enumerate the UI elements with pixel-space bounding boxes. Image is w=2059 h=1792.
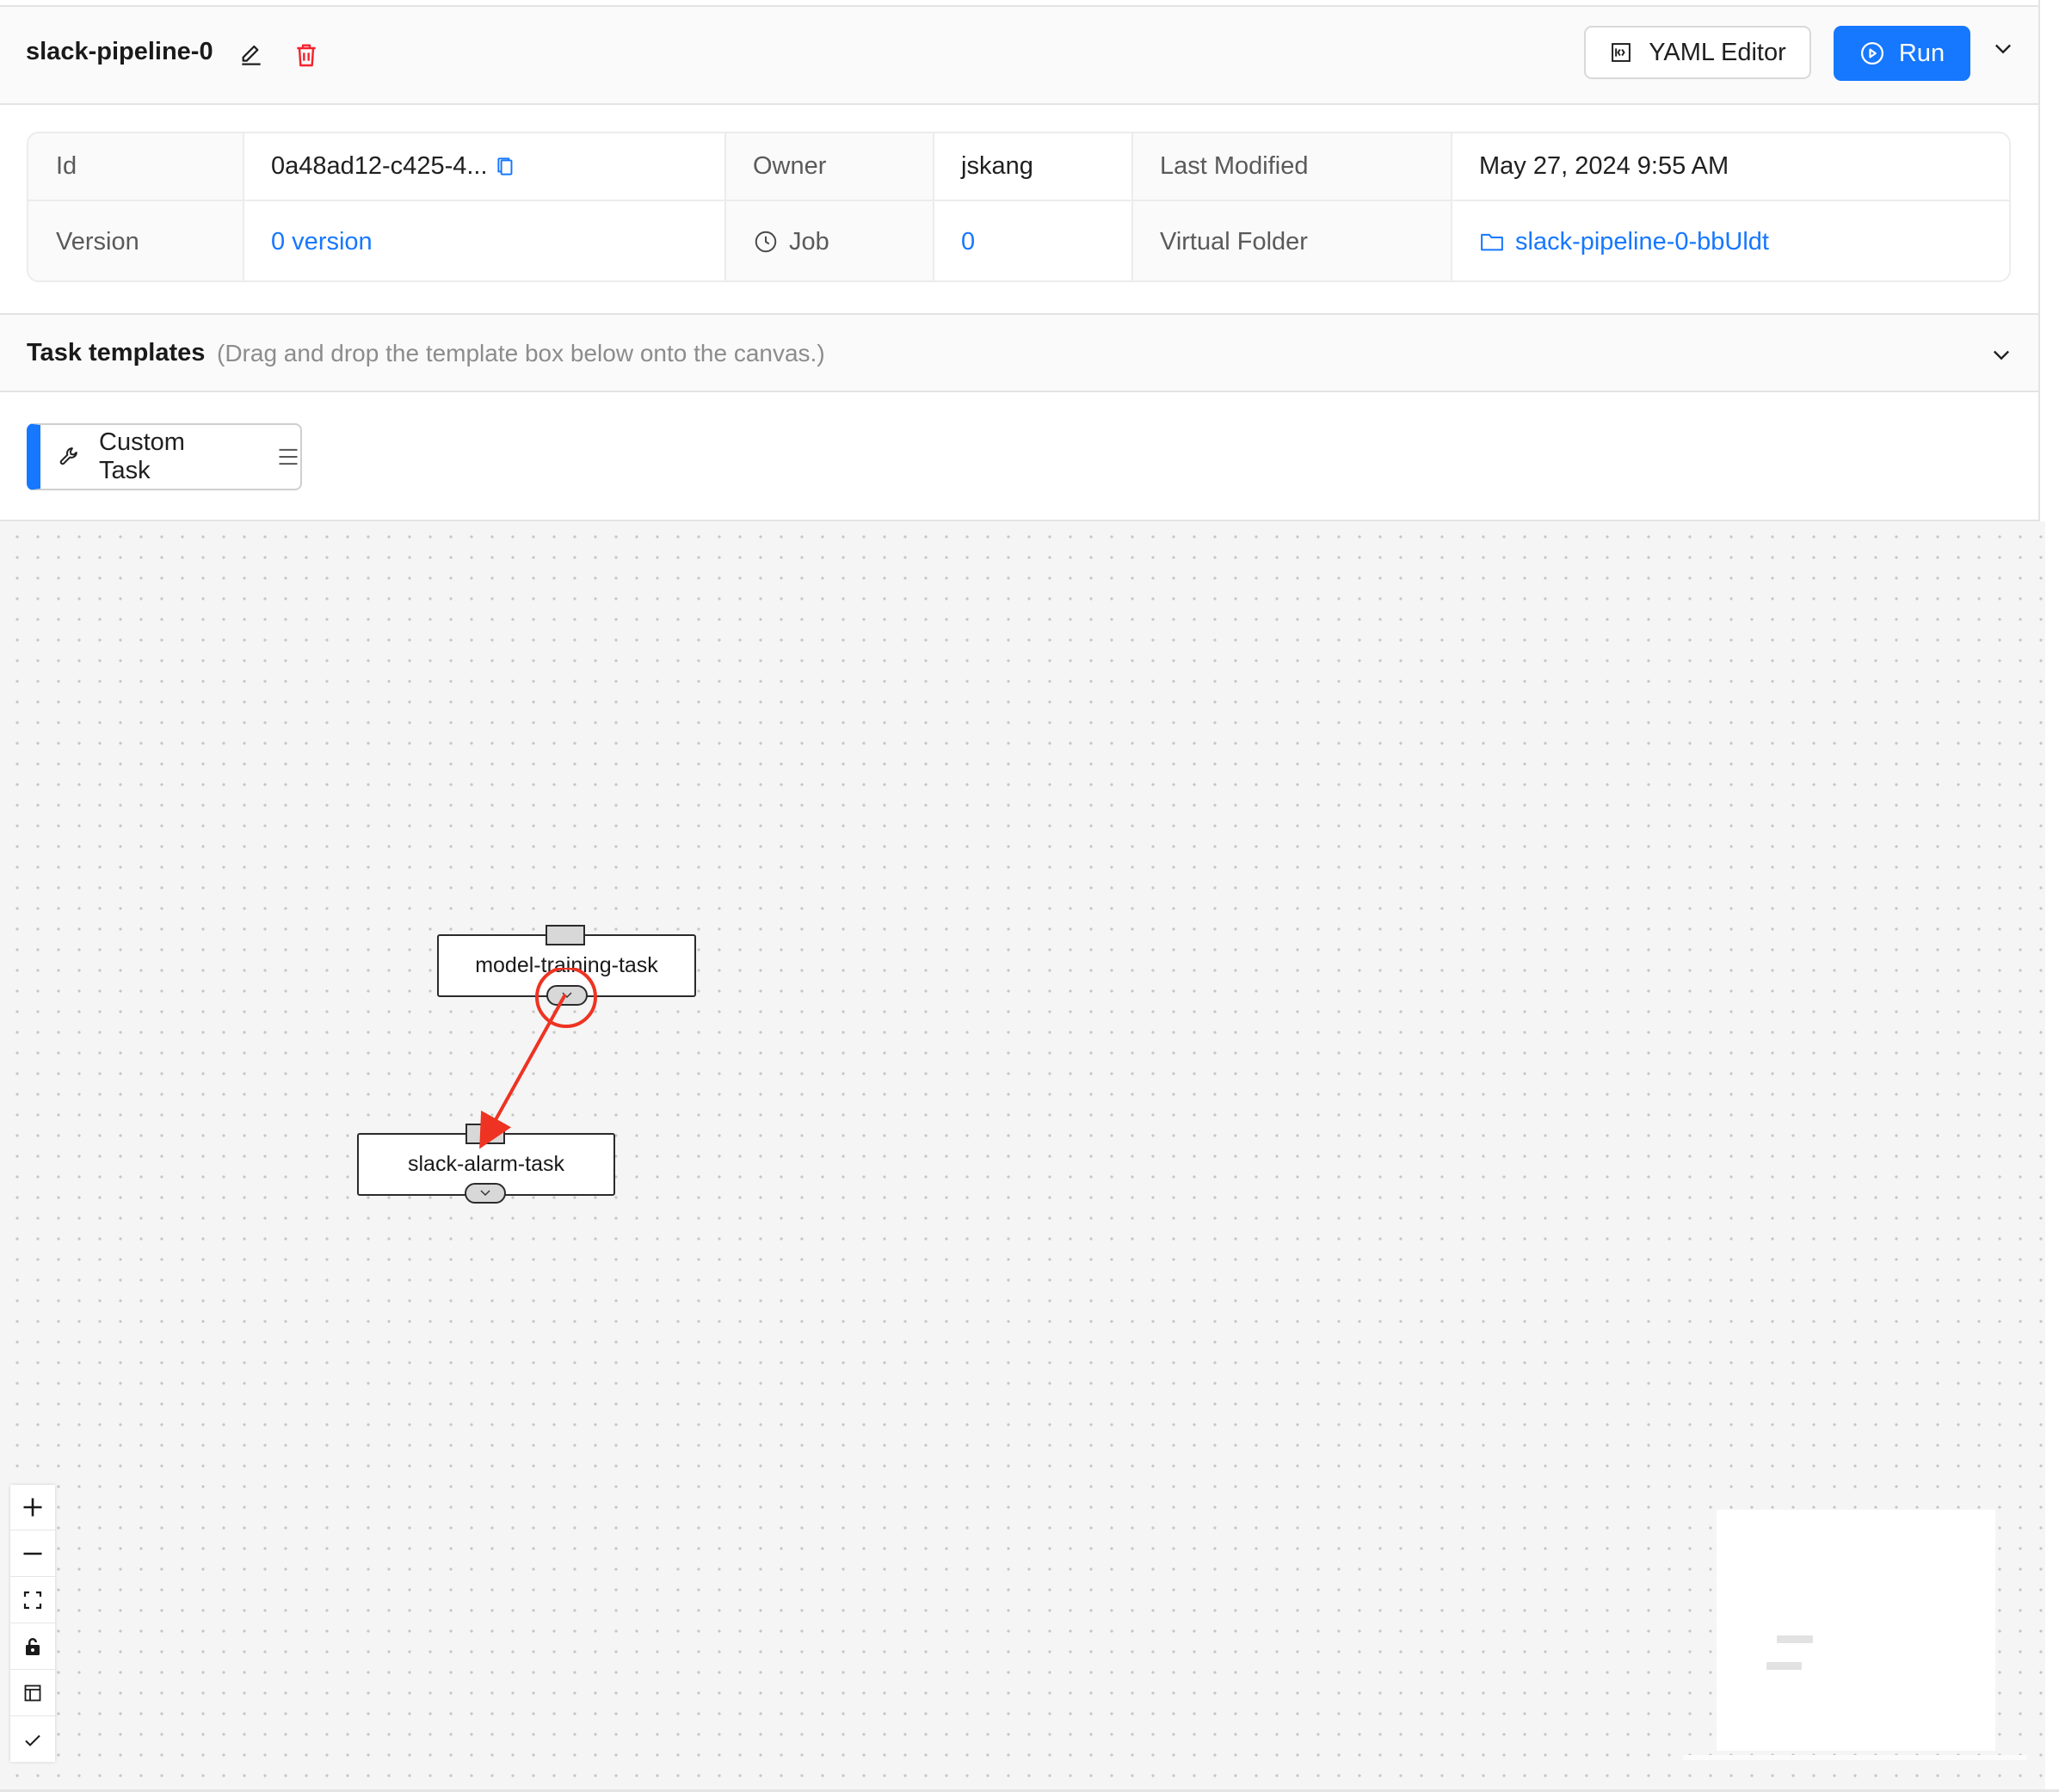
canvas-controls	[10, 1485, 55, 1762]
minimap-footer	[1683, 1755, 2027, 1760]
lock-icon[interactable]	[10, 1624, 55, 1670]
check-icon[interactable]	[10, 1717, 55, 1763]
fit-view-icon[interactable]	[10, 1578, 55, 1623]
layout-icon[interactable]	[10, 1671, 55, 1716]
zoom-in-icon[interactable]	[10, 1485, 55, 1530]
minimap-node	[1777, 1635, 1813, 1643]
zoom-out-icon[interactable]	[10, 1531, 55, 1577]
minimap-node	[1766, 1662, 1802, 1670]
canvas-minimap[interactable]	[1717, 1510, 1995, 1751]
highlight-circle	[535, 968, 597, 1028]
